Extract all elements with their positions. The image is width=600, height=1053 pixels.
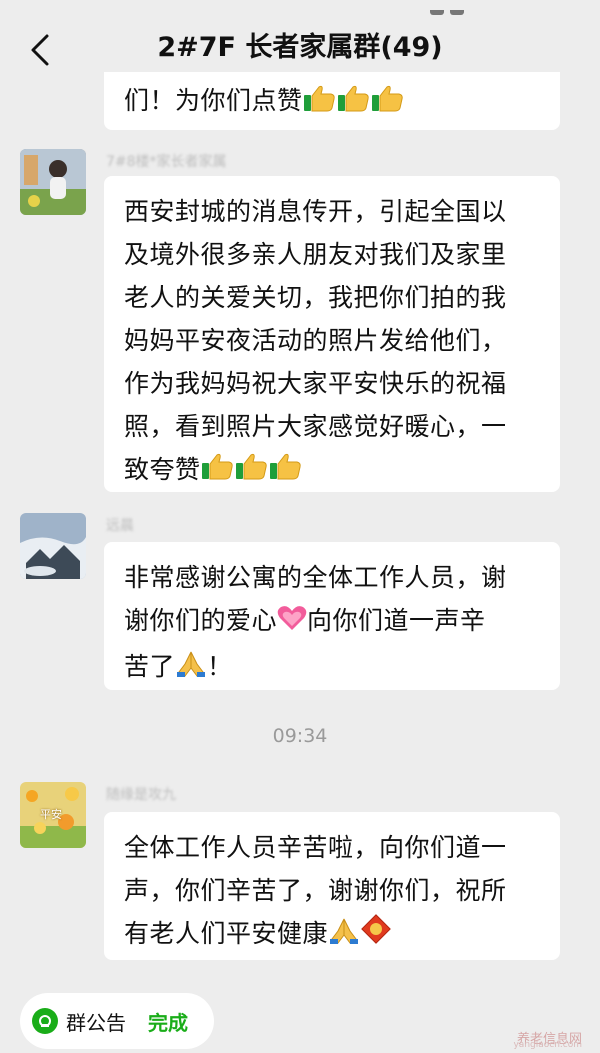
- message-line: 声，你们辛苦了，谢谢你们，祝所: [124, 876, 507, 905]
- timestamp: 09:34: [272, 725, 328, 747]
- status-bar-fragment: [430, 0, 490, 15]
- thumbs-up-icon: [269, 451, 303, 494]
- group-announcement-pill[interactable]: 群公告 完成: [20, 993, 214, 1049]
- message-bubble[interactable]: 全体工作人员辛苦啦，向你们道一 声，你们辛苦了，谢谢你们，祝所 有老人们平安健康: [104, 812, 560, 960]
- sender-name: 随缘是攻九: [106, 787, 176, 803]
- pink-heart-icon: [277, 602, 307, 645]
- thumbs-up-icon: [235, 451, 269, 494]
- folded-hands-icon: [175, 648, 207, 691]
- announcement-icon: [32, 1008, 58, 1034]
- avatar-image: [20, 149, 86, 215]
- message-line: 西安封城的消息传开，引起全国以: [124, 197, 507, 226]
- thumbs-up-icon: [303, 84, 337, 121]
- message-line: 有老人们平安健康: [124, 919, 329, 948]
- thumbs-up-icon: [371, 84, 405, 121]
- message-line: ！: [207, 652, 233, 681]
- message-text: 们！为你们点赞: [124, 86, 303, 115]
- avatar-image: [20, 513, 86, 579]
- sender-name: 远晨: [106, 518, 134, 534]
- done-button[interactable]: 完成: [148, 1007, 188, 1036]
- thumbs-up-icon: [201, 451, 235, 494]
- message-line: 妈妈平安夜活动的照片发给他们，: [124, 326, 507, 355]
- message-bubble[interactable]: 们！为你们点赞: [104, 72, 560, 130]
- thumbs-up-icon: [337, 84, 371, 121]
- message-line: 致夸赞: [124, 455, 201, 484]
- message-line: 向你们道一声辛: [307, 606, 486, 635]
- message-line: 老人的关爱关切，我把你们拍的我: [124, 283, 507, 312]
- avatar[interactable]: 平安: [20, 782, 86, 848]
- sender-name: 7#8楼*家长者家属: [106, 154, 227, 170]
- message-bubble[interactable]: 非常感谢公寓的全体工作人员，谢 谢你们的爱心 向你们道一声辛 苦了 ！: [104, 542, 560, 690]
- message-bubble[interactable]: 西安封城的消息传开，引起全国以 及境外很多亲人朋友对我们及家里 老人的关爱关切，…: [104, 176, 560, 492]
- watermark-site-url: yanglaocn.com: [513, 1040, 582, 1050]
- message-line: 非常感谢公寓的全体工作人员，谢: [124, 563, 507, 592]
- avatar[interactable]: [20, 149, 86, 215]
- announcement-label: 群公告: [66, 1010, 126, 1035]
- group-name: 2#7F 长者家属群: [157, 32, 381, 63]
- message-line: 及境外很多亲人朋友对我们及家里: [124, 240, 507, 269]
- message-line: 苦了: [124, 652, 176, 681]
- member-count: (49): [380, 32, 443, 63]
- red-fu-diamond-icon: [360, 913, 392, 958]
- chat-title: 2#7F 长者家属群(49): [0, 28, 600, 68]
- message-line: 全体工作人员辛苦啦，向你们道一: [124, 833, 507, 862]
- folded-hands-icon: [328, 915, 360, 958]
- message-line: 作为我妈妈祝大家平安快乐的祝福: [124, 369, 507, 398]
- message-line: 照，看到照片大家感觉好暖心，一: [124, 412, 507, 441]
- avatar-caption: 平安: [40, 808, 62, 821]
- avatar[interactable]: [20, 513, 86, 579]
- message-line: 谢你们的爱心: [124, 606, 278, 635]
